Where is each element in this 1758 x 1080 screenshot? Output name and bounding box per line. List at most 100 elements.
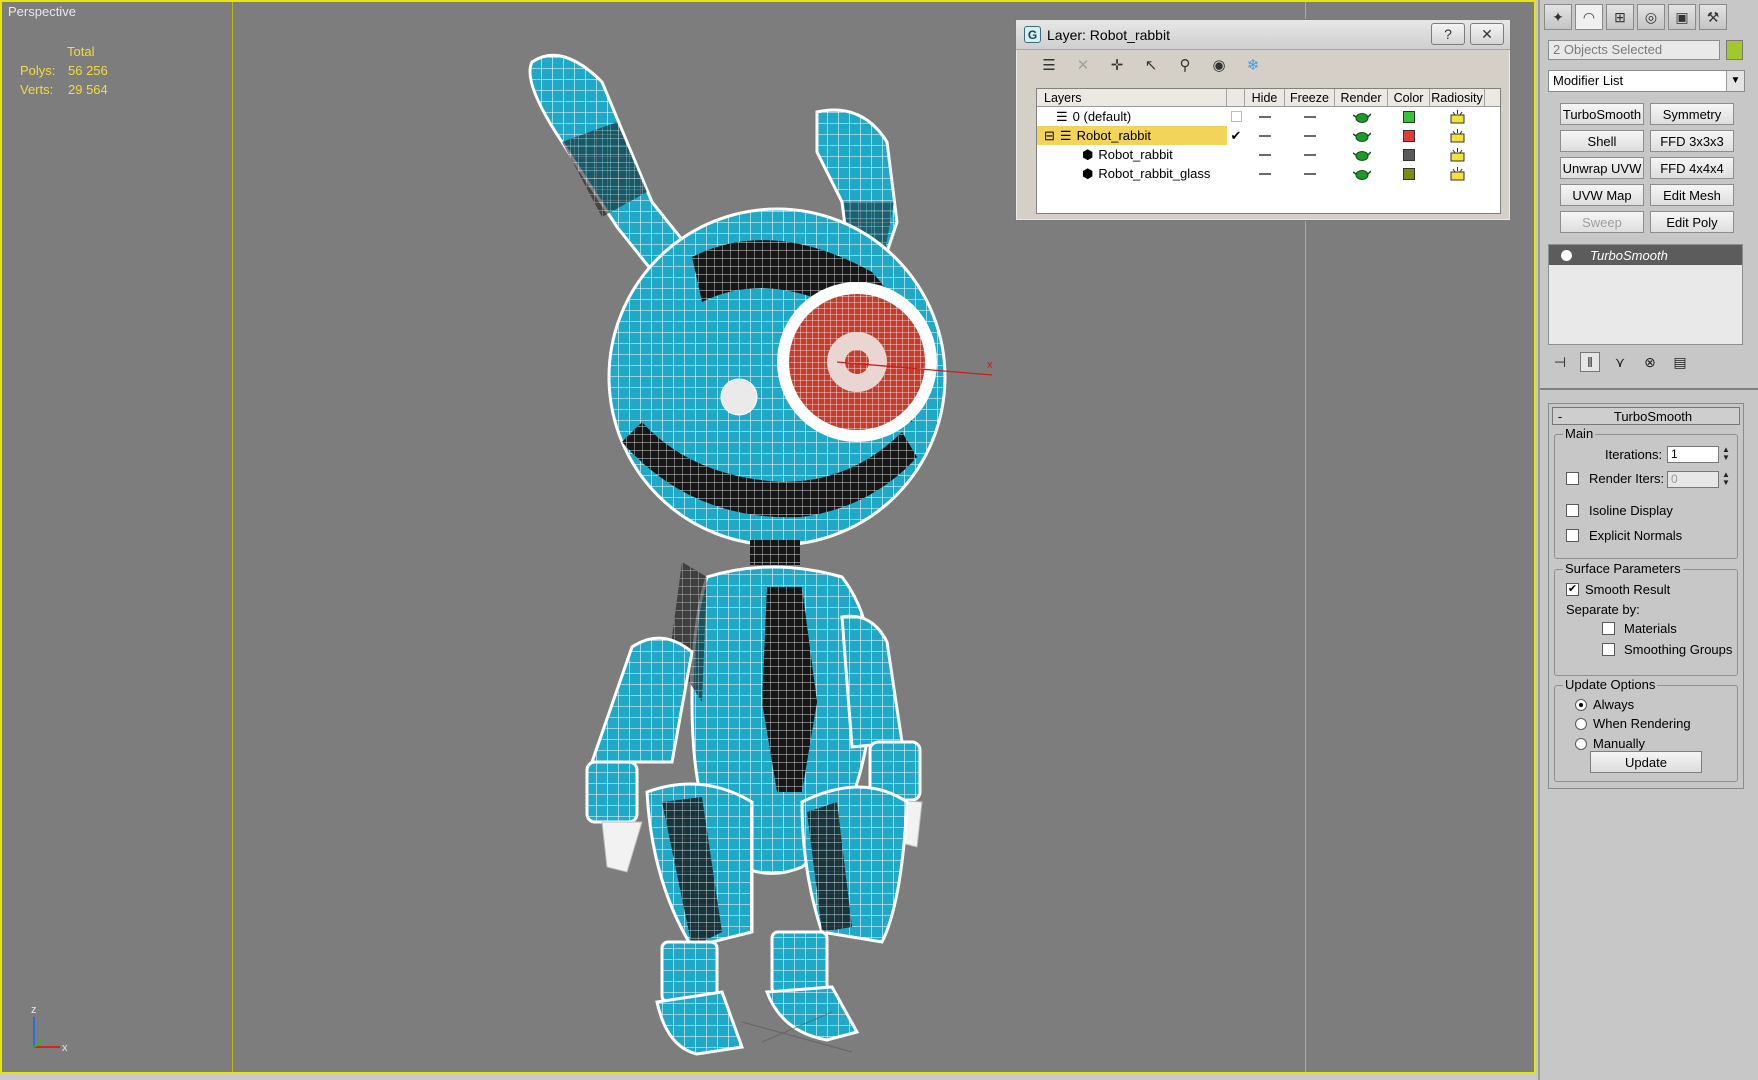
show-end-result-icon[interactable]: ‖ bbox=[1580, 352, 1600, 372]
materials-label: Materials bbox=[1624, 621, 1677, 636]
manually-label: Manually bbox=[1593, 736, 1646, 751]
render-teapot-icon[interactable] bbox=[1335, 126, 1388, 145]
layer-row-robot-rabbit[interactable]: ⊟ ☰ Robot_rabbit ✔ bbox=[1037, 126, 1500, 145]
render-teapot-icon[interactable] bbox=[1335, 164, 1388, 183]
display-tab-icon[interactable]: ▣ bbox=[1668, 4, 1696, 30]
hide-toggle[interactable] bbox=[1245, 164, 1285, 183]
uvw-map-button[interactable]: UVW Map bbox=[1560, 184, 1644, 206]
create-layer-icon[interactable]: ☰ bbox=[1039, 55, 1059, 75]
object-row-robot-rabbit-glass[interactable]: ⬢ Robot_rabbit_glass bbox=[1037, 164, 1500, 183]
spinner-arrows-icon[interactable]: ▲ ▼ bbox=[1721, 446, 1731, 463]
polys-label: Polys: bbox=[20, 63, 56, 78]
smoothing-groups-checkbox[interactable] bbox=[1602, 643, 1615, 656]
explicit-normals-label: Explicit Normals bbox=[1589, 528, 1683, 543]
add-to-layer-icon[interactable]: ✛ bbox=[1107, 55, 1127, 75]
isoline-display-label: Isoline Display bbox=[1589, 503, 1673, 518]
isoline-display-checkbox[interactable] bbox=[1566, 504, 1579, 517]
col-current[interactable] bbox=[1227, 89, 1245, 106]
render-teapot-icon[interactable] bbox=[1335, 107, 1388, 126]
radiosity-icon[interactable] bbox=[1430, 164, 1485, 183]
sweep-button[interactable]: Sweep bbox=[1560, 211, 1644, 233]
always-radio[interactable] bbox=[1575, 699, 1587, 711]
motion-tab-icon[interactable]: ◎ bbox=[1637, 4, 1665, 30]
hide-toggle[interactable] bbox=[1245, 126, 1285, 145]
layer-color-swatch[interactable] bbox=[1388, 107, 1430, 126]
radiosity-icon[interactable] bbox=[1430, 107, 1485, 126]
materials-checkbox[interactable] bbox=[1602, 622, 1615, 635]
lightbulb-icon[interactable] bbox=[1561, 249, 1572, 261]
freeze-all-icon[interactable]: ❄ bbox=[1243, 55, 1263, 75]
smooth-result-checkbox[interactable]: ✔ bbox=[1566, 583, 1579, 596]
utilities-tab-icon[interactable]: ⚒ bbox=[1699, 4, 1727, 30]
modifier-stack[interactable]: TurboSmooth bbox=[1548, 244, 1743, 345]
col-hide[interactable]: Hide bbox=[1245, 89, 1285, 106]
edit-poly-button[interactable]: Edit Poly bbox=[1650, 211, 1734, 233]
current-layer-check-icon[interactable]: ✔ bbox=[1227, 126, 1245, 145]
make-unique-icon[interactable]: ⋎ bbox=[1610, 352, 1630, 372]
layer-row-default[interactable]: ☰ 0 (default) bbox=[1037, 107, 1500, 126]
viewport-label[interactable]: Perspective bbox=[8, 4, 76, 19]
select-objects-icon[interactable]: ↖ bbox=[1141, 55, 1161, 75]
col-freeze[interactable]: Freeze bbox=[1285, 89, 1335, 106]
hide-toggle[interactable] bbox=[1245, 107, 1285, 126]
modifier-list-dropdown[interactable]: Modifier List ▼ bbox=[1548, 70, 1745, 92]
render-iters-spinner[interactable]: 0 bbox=[1667, 471, 1719, 488]
always-label: Always bbox=[1593, 697, 1635, 712]
rollout-header[interactable]: - TurboSmooth bbox=[1552, 407, 1740, 425]
symmetry-button[interactable]: Symmetry bbox=[1650, 103, 1734, 125]
object-color-swatch[interactable] bbox=[1388, 164, 1430, 183]
modify-tab-icon[interactable]: ◠ bbox=[1575, 4, 1603, 30]
create-tab-icon[interactable]: ✦ bbox=[1544, 4, 1572, 30]
gizmo-x-label: x bbox=[987, 359, 993, 371]
remove-modifier-icon[interactable]: ⊗ bbox=[1640, 352, 1660, 372]
edit-mesh-button[interactable]: Edit Mesh bbox=[1650, 184, 1734, 206]
layer-table[interactable]: Layers Hide Freeze Render Color Radiosit… bbox=[1036, 88, 1501, 214]
shell-button[interactable]: Shell bbox=[1560, 130, 1644, 152]
selection-color-swatch[interactable] bbox=[1726, 40, 1743, 60]
stack-item-label: TurboSmooth bbox=[1590, 247, 1668, 263]
ffd-3x3x3-button[interactable]: FFD 3x3x3 bbox=[1650, 130, 1734, 152]
iterations-label: Iterations: bbox=[1605, 447, 1663, 462]
update-button[interactable]: Update bbox=[1590, 751, 1702, 773]
radiosity-icon[interactable] bbox=[1430, 126, 1485, 145]
panel-divider bbox=[1540, 388, 1758, 390]
layer-manager-dialog[interactable]: G Layer: Robot_rabbit ? ✕ ☰ ✕ ✛ ↖ ⚲ ◉ ❄ … bbox=[1015, 19, 1511, 221]
freeze-toggle[interactable] bbox=[1285, 126, 1335, 145]
highlight-selected-icon[interactable]: ⚲ bbox=[1175, 55, 1195, 75]
explicit-normals-checkbox[interactable] bbox=[1566, 529, 1579, 542]
freeze-toggle[interactable] bbox=[1285, 145, 1335, 164]
hierarchy-tab-icon[interactable]: ⊞ bbox=[1606, 4, 1634, 30]
delete-layer-icon[interactable]: ✕ bbox=[1073, 55, 1093, 75]
spinner-arrows-icon[interactable]: ▲ ▼ bbox=[1721, 471, 1731, 488]
expand-toggle-icon[interactable]: ⊟ bbox=[1044, 128, 1055, 144]
when-rendering-radio[interactable] bbox=[1575, 718, 1587, 730]
layer-color-swatch[interactable] bbox=[1388, 126, 1430, 145]
turbosmooth-button[interactable]: TurboSmooth bbox=[1560, 103, 1644, 125]
col-render[interactable]: Render bbox=[1335, 89, 1388, 106]
col-color[interactable]: Color bbox=[1388, 89, 1430, 106]
manually-radio[interactable] bbox=[1575, 738, 1587, 750]
col-layers[interactable]: Layers bbox=[1037, 89, 1227, 106]
collapse-icon[interactable]: - bbox=[1553, 409, 1567, 424]
ffd-4x4x4-button[interactable]: FFD 4x4x4 bbox=[1650, 157, 1734, 179]
help-button[interactable]: ? bbox=[1431, 23, 1465, 45]
pin-stack-icon[interactable]: ⊣ bbox=[1550, 352, 1570, 372]
hide-toggle[interactable] bbox=[1245, 145, 1285, 164]
freeze-toggle[interactable] bbox=[1285, 107, 1335, 126]
radiosity-icon[interactable] bbox=[1430, 145, 1485, 164]
current-layer-toggle[interactable] bbox=[1227, 107, 1245, 126]
object-color-swatch[interactable] bbox=[1388, 145, 1430, 164]
freeze-toggle[interactable] bbox=[1285, 164, 1335, 183]
unwrap-uvw-button[interactable]: Unwrap UVW bbox=[1560, 157, 1644, 179]
close-button[interactable]: ✕ bbox=[1470, 23, 1504, 45]
hide-all-icon[interactable]: ◉ bbox=[1209, 55, 1229, 75]
stack-item-turbosmooth[interactable]: TurboSmooth bbox=[1549, 245, 1742, 265]
object-row-robot-rabbit[interactable]: ⬢ Robot_rabbit bbox=[1037, 145, 1500, 164]
iterations-spinner[interactable]: 1 bbox=[1667, 446, 1719, 463]
chevron-down-icon[interactable]: ▼ bbox=[1726, 71, 1744, 91]
selection-name-field[interactable]: 2 Objects Selected bbox=[1548, 40, 1720, 60]
render-iters-checkbox[interactable] bbox=[1566, 472, 1579, 485]
render-teapot-icon[interactable] bbox=[1335, 145, 1388, 164]
configure-sets-icon[interactable]: ▤ bbox=[1670, 352, 1690, 372]
col-radiosity[interactable]: Radiosity bbox=[1430, 89, 1485, 106]
